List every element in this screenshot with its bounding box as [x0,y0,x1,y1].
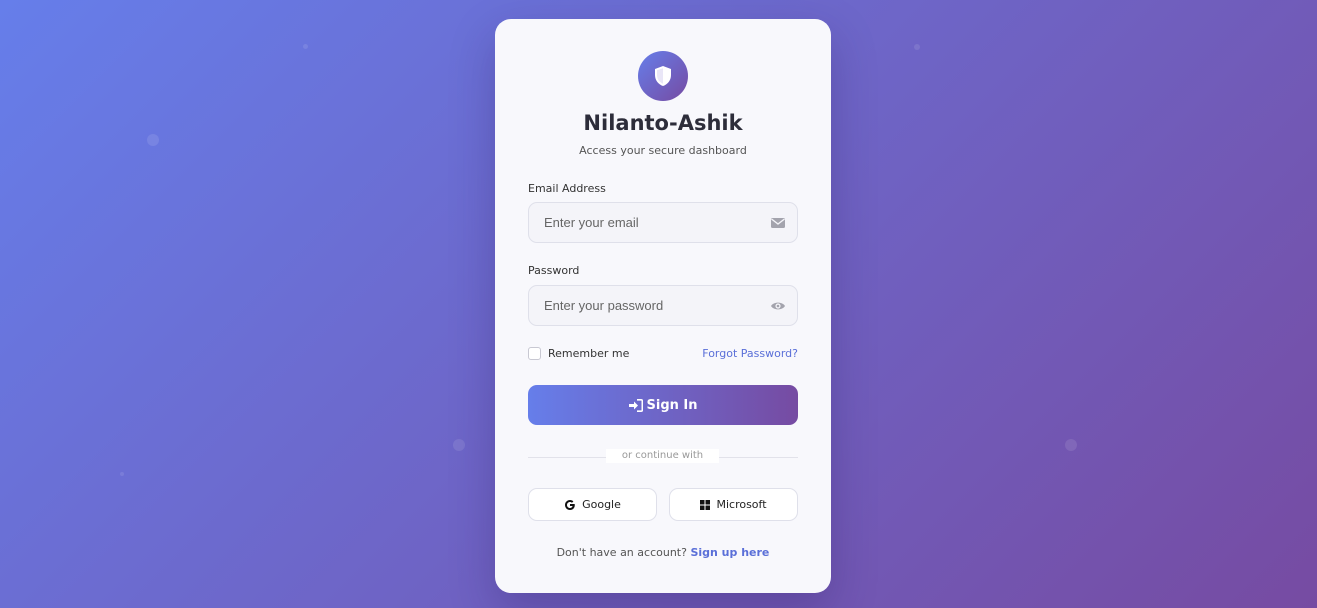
google-icon [565,499,575,510]
background-bubble [914,44,920,50]
email-field-wrapper [528,202,798,243]
signup-row: Don't have an account? Sign up here [495,546,831,559]
password-field-wrapper [528,285,798,326]
page-title: Nilanto-Ashik [583,111,743,135]
windows-icon [700,499,711,510]
signup-link[interactable]: Sign up here [690,546,769,559]
remember-checkbox[interactable] [528,347,541,360]
sign-in-button[interactable]: Sign In [528,385,798,425]
background-bubble [147,134,159,146]
divider-text: or continue with [606,449,719,463]
microsoft-button[interactable]: Microsoft [669,488,798,521]
password-label: Password [528,264,580,277]
remember-row: Remember me Forgot Password? [528,346,798,362]
email-label: Email Address [528,182,606,195]
background-bubble [303,44,308,49]
eye-icon[interactable] [770,299,786,313]
signup-prompt: Don't have an account? [556,546,687,559]
microsoft-label: Microsoft [716,498,767,511]
email-field[interactable] [529,203,797,242]
shield-icon [655,66,671,86]
password-field[interactable] [529,286,797,325]
brand-logo [638,51,688,101]
sign-in-label: Sign In [646,397,698,413]
envelope-icon [771,218,785,228]
background-bubble [1065,439,1077,451]
google-label: Google [582,498,621,511]
login-card: Nilanto-Ashik Access your secure dashboa… [495,19,831,593]
background-bubble [453,439,465,451]
page-subtitle: Access your secure dashboard [579,144,747,157]
background-bubble [120,472,124,476]
remember-label: Remember me [548,347,630,360]
google-button[interactable]: Google [528,488,657,521]
forgot-password-link[interactable]: Forgot Password? [702,347,798,360]
sign-in-icon [628,398,643,412]
